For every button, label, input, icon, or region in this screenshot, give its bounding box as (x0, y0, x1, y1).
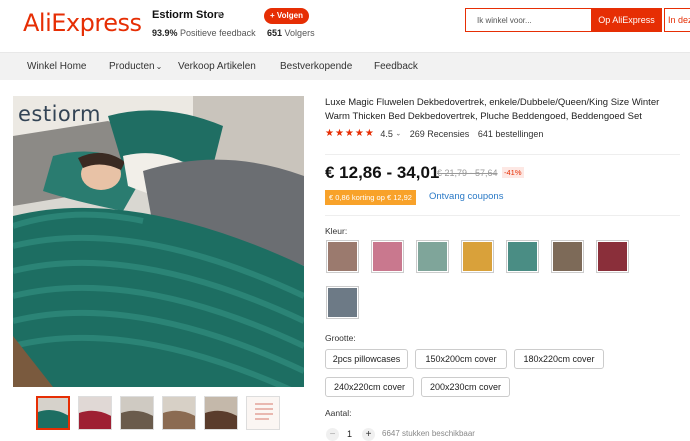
size-option[interactable]: 200x230cm cover (421, 377, 510, 397)
rating-row: ★★★★★ 4.5 ⌄ 269 Recensies 641 bestelling… (325, 128, 543, 142)
color-swatch[interactable] (596, 240, 629, 273)
thumbnail[interactable] (120, 396, 154, 430)
quantity-label: Aantal: (325, 408, 352, 418)
store-nav: Winkel Home Producten⌄ Verkoop Artikelen… (0, 52, 690, 80)
followers-label: Volgers (284, 28, 315, 38)
divider (325, 154, 680, 155)
thumbnail-image (205, 397, 237, 429)
color-swatch[interactable] (506, 240, 539, 273)
nav-producten[interactable]: Producten⌄ (109, 53, 162, 81)
reviews-link[interactable]: 269 Recensies (410, 129, 470, 139)
price: € 12,86 - 34,01 (325, 163, 440, 182)
main-product-image[interactable]: estiorm (13, 96, 304, 387)
color-swatch[interactable] (461, 240, 494, 273)
swatch-image (553, 242, 582, 271)
thumbnail-image (38, 398, 68, 428)
thumbnail[interactable] (246, 396, 280, 430)
size-option[interactable]: 150x200cm cover (415, 349, 507, 369)
follow-button[interactable]: + Volgen (264, 8, 309, 24)
store-name[interactable]: Estiorm Store (152, 9, 224, 21)
nav-bestverkopende[interactable]: Bestverkopende (280, 53, 352, 81)
color-swatch[interactable] (371, 240, 404, 273)
nav-winkel-home[interactable]: Winkel Home (27, 53, 86, 81)
search-store-button[interactable]: In deze (664, 8, 690, 32)
swatch-image (598, 242, 627, 271)
size-option[interactable]: 180x220cm cover (514, 349, 604, 369)
followers-count: 651 (267, 28, 283, 38)
size-label: Grootte: (325, 333, 356, 343)
header: AliExpress Estiorm Store ▼ 93.9% Positie… (0, 0, 690, 50)
thumbnail-image (247, 397, 279, 429)
color-swatch[interactable] (551, 240, 584, 273)
size-option[interactable]: 2pcs pillowcases (325, 349, 408, 369)
aliexpress-logo[interactable]: AliExpress (23, 9, 142, 37)
color-swatch[interactable] (326, 286, 359, 319)
coupon-tag: € 0,86 korting op € 12,92 (325, 190, 416, 205)
thumbnail[interactable] (162, 396, 196, 430)
nav-feedback[interactable]: Feedback (374, 53, 418, 81)
quantity-value[interactable]: 1 (347, 428, 352, 441)
chevron-down-icon[interactable]: ⌄ (395, 131, 401, 138)
bedding-photo (13, 96, 304, 387)
discount-badge: -41% (502, 167, 524, 178)
swatch-image (328, 242, 357, 271)
orders-count: 641 bestellingen (477, 128, 544, 139)
quantity-increase-button[interactable]: + (362, 428, 375, 441)
chevron-down-icon[interactable]: ▼ (216, 11, 223, 18)
search-input[interactable]: Ik winkel voor... (465, 8, 591, 32)
nav-verkoop-artikelen[interactable]: Verkoop Artikelen (178, 53, 256, 81)
divider (325, 215, 680, 216)
rating-value: 4.5 (380, 128, 393, 139)
search-aliexpress-button[interactable]: Op AliExpress (591, 8, 662, 32)
brand-watermark: estiorm (18, 102, 101, 126)
thumbnail[interactable] (78, 396, 112, 430)
followers: 651 Volgers (267, 28, 315, 38)
size-option[interactable]: 240x220cm cover (325, 377, 414, 397)
feedback-value: 93.9% (152, 28, 178, 38)
thumbnail-image (163, 397, 195, 429)
swatch-image (373, 242, 402, 271)
original-price: € 21,79 - 57,64 (437, 168, 498, 178)
thumbnail-image (79, 397, 111, 429)
thumbnail-image (121, 397, 153, 429)
thumbnail[interactable] (36, 396, 70, 430)
get-coupons-link[interactable]: Ontvang coupons (429, 191, 503, 202)
product-title: Luxe Magic Fluwelen Dekbedovertrek, enke… (325, 97, 660, 122)
quantity-decrease-button[interactable]: − (326, 428, 339, 441)
store-feedback: 93.9% Positieve feedback (152, 28, 256, 38)
swatch-image (508, 242, 537, 271)
star-rating-icon: ★★★★★ (325, 128, 375, 140)
stock-available: 6647 stukken beschikbaar (382, 429, 475, 438)
nav-producten-label: Producten (109, 61, 155, 72)
swatch-image (418, 242, 447, 271)
color-swatch[interactable] (416, 240, 449, 273)
feedback-label: Positieve feedback (180, 28, 256, 38)
color-label: Kleur: (325, 226, 348, 236)
thumbnail[interactable] (204, 396, 238, 430)
swatch-image (463, 242, 492, 271)
chevron-down-icon: ⌄ (155, 62, 163, 71)
color-swatch[interactable] (326, 240, 359, 273)
swatch-image (328, 288, 357, 317)
